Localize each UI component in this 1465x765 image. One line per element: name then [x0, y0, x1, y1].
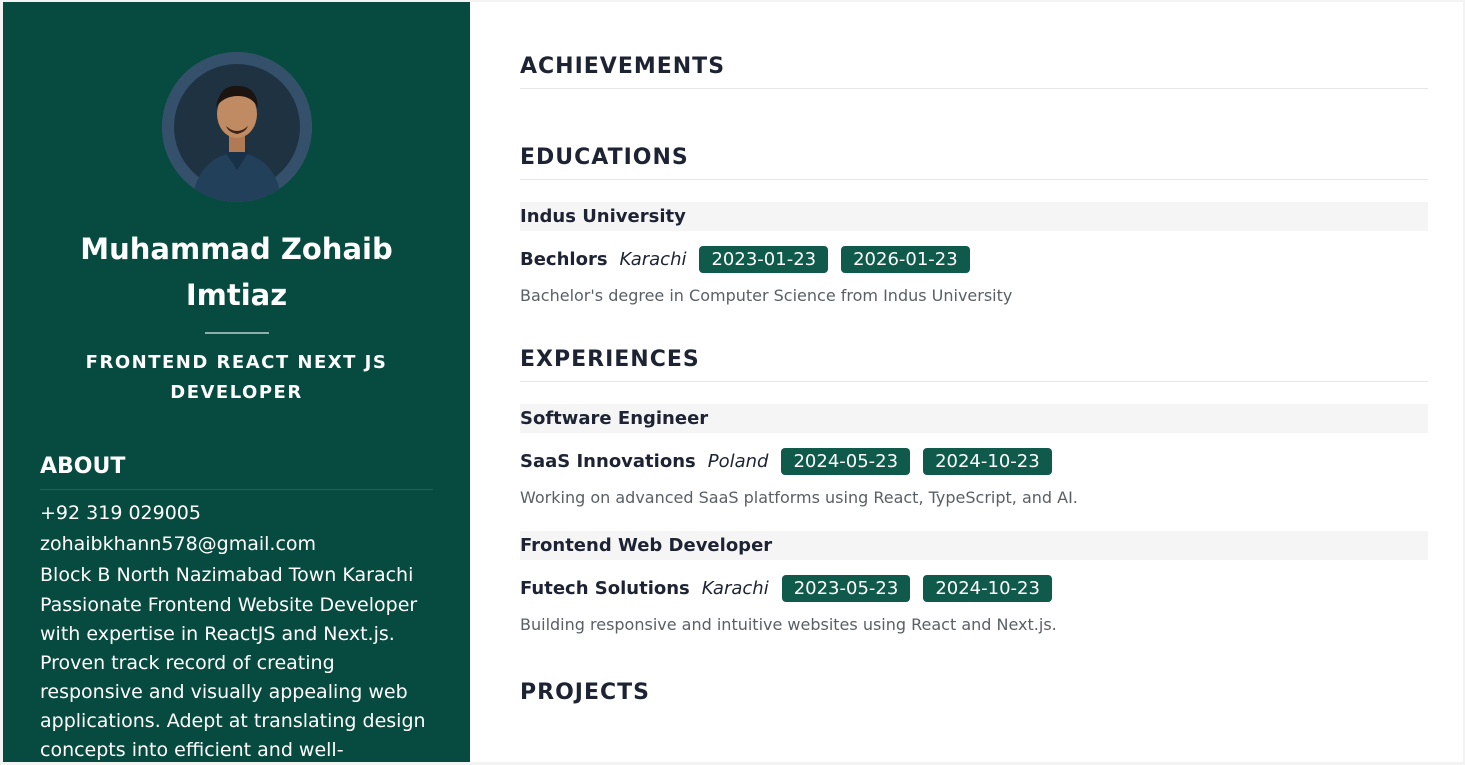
experience-description: Building responsive and intuitive websit… [520, 615, 1057, 634]
experience-item: Software Engineer SaaS Innovations Polan… [520, 404, 1428, 509]
experience-description: Working on advanced SaaS platforms using… [520, 488, 1078, 507]
education-item: Indus University Bechlors Karachi 2023-0… [520, 202, 1428, 307]
education-location: Karachi [619, 248, 687, 270]
about-address: Block B North Nazimabad Town Karachi [40, 564, 414, 586]
projects-title: PROJECTS [520, 680, 650, 705]
experience-company: Futech Solutions [520, 577, 690, 599]
education-degree: Bechlors [520, 248, 608, 270]
experiences-section: EXPERIENCES Software Engineer SaaS Innov… [520, 347, 1428, 636]
education-meta: Bechlors Karachi 2023-01-23 2026-01-23 [520, 245, 1428, 273]
experience-start-date: 2023-05-23 [781, 574, 911, 602]
experience-meta: SaaS Innovations Poland 2024-05-23 2024-… [520, 447, 1428, 475]
experience-position: Software Engineer [520, 404, 1428, 433]
name-divider [204, 332, 269, 334]
experience-location: Karachi [701, 577, 769, 599]
experience-end-date: 2024-10-23 [923, 574, 1052, 602]
educations-title: EDUCATIONS [520, 145, 1428, 180]
profile-role: FRONTEND REACT NEXT JS DEVELOPER [85, 352, 388, 403]
experience-company: SaaS Innovations [520, 450, 696, 472]
achievements-section: ACHIEVEMENTS [520, 54, 1428, 89]
education-start-date: 2023-01-23 [699, 245, 829, 273]
achievements-title: ACHIEVEMENTS [520, 54, 1428, 89]
experience-end-date: 2024-10-23 [923, 447, 1052, 475]
profile-name: Muhammad Zohaib Imtiaz [80, 232, 393, 312]
about-title: ABOUT [40, 454, 433, 490]
education-description: Bachelor's degree in Computer Science fr… [520, 286, 1013, 305]
about-email: zohaibkhann578@gmail.com [40, 533, 317, 555]
experience-item: Frontend Web Developer Futech Solutions … [520, 531, 1428, 636]
about-phone: +92 319 029005 [40, 502, 201, 524]
avatar-photo-icon [161, 52, 312, 202]
experience-meta: Futech Solutions Karachi 2023-05-23 2024… [520, 574, 1428, 602]
education-end-date: 2026-01-23 [841, 245, 970, 273]
experience-location: Poland [707, 450, 769, 472]
main-content: ACHIEVEMENTS EDUCATIONS Indus University… [470, 2, 1463, 762]
experience-position: Frontend Web Developer [520, 531, 1428, 560]
resume: Muhammad Zohaib Imtiaz FRONTEND REACT NE… [3, 2, 1463, 762]
sidebar: Muhammad Zohaib Imtiaz FRONTEND REACT NE… [3, 2, 470, 762]
avatar [161, 52, 312, 202]
experiences-title: EXPERIENCES [520, 347, 1428, 382]
experience-start-date: 2024-05-23 [781, 447, 911, 475]
educations-section: EDUCATIONS Indus University Bechlors Kar… [520, 145, 1428, 307]
education-institution: Indus University [520, 202, 1428, 231]
about-summary: Passionate Frontend Website Developer wi… [40, 594, 426, 761]
projects-section: PROJECTS [520, 680, 1428, 714]
